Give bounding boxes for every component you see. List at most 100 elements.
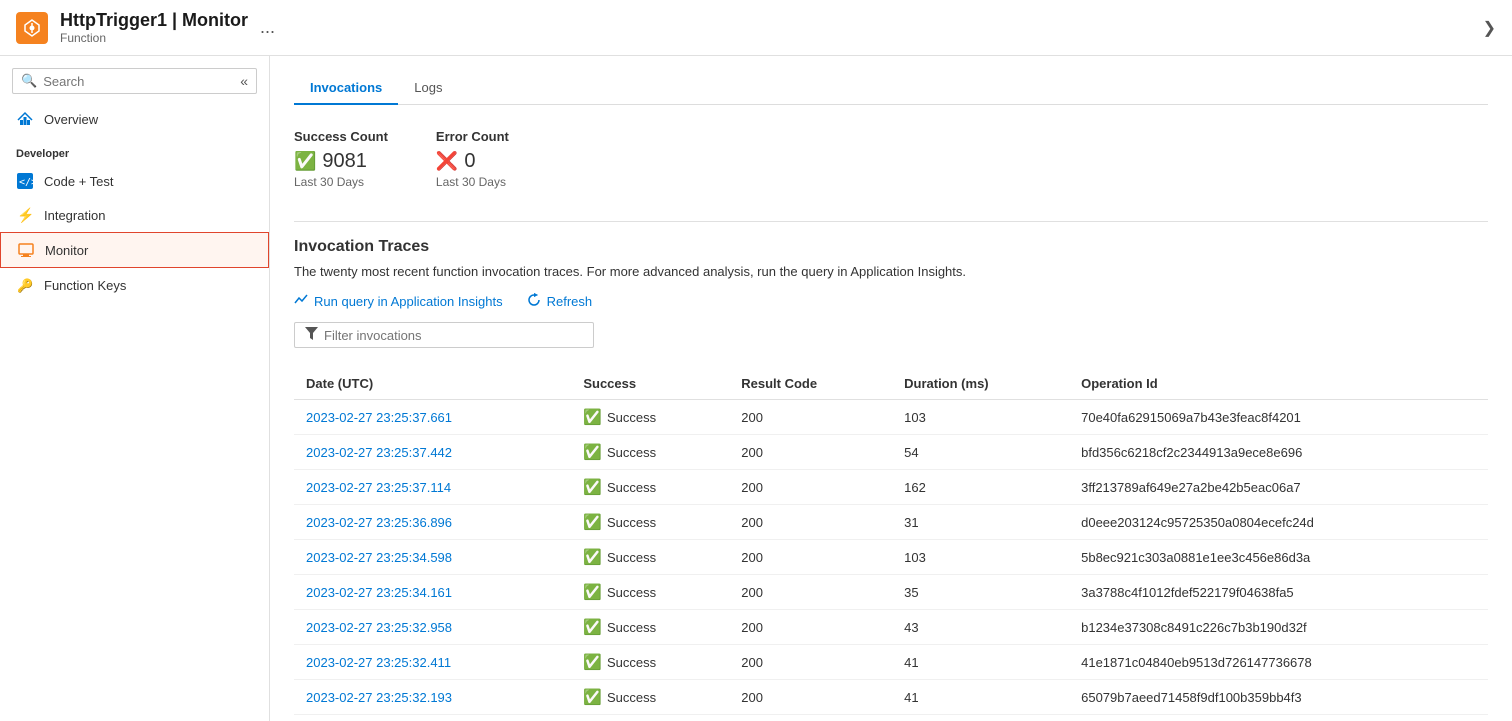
cell-result-code: 200	[729, 505, 892, 540]
cell-duration: 103	[892, 400, 1069, 435]
success-badge-icon: ✅	[583, 443, 602, 461]
sidebar-item-monitor[interactable]: Monitor	[0, 232, 269, 268]
page-title: HttpTrigger1 | Monitor	[60, 10, 248, 31]
filter-box[interactable]	[294, 322, 594, 348]
cell-result-code: 200	[729, 470, 892, 505]
col-duration: Duration (ms)	[892, 368, 1069, 400]
sidebar-item-label-integration: Integration	[44, 208, 105, 223]
section-divider	[294, 221, 1488, 222]
tab-invocations[interactable]: Invocations	[294, 72, 398, 105]
date-link[interactable]: 2023-02-27 23:25:32.958	[306, 620, 452, 635]
search-box[interactable]: 🔍 «	[12, 68, 257, 94]
success-badge-icon: ✅	[583, 513, 602, 531]
success-count-sub: Last 30 Days	[294, 175, 388, 189]
cell-result-code: 200	[729, 610, 892, 645]
cell-date[interactable]: 2023-02-27 23:25:37.114	[294, 470, 571, 505]
col-date: Date (UTC)	[294, 368, 571, 400]
success-badge-label: Success	[607, 550, 656, 565]
cell-operation-id: 70e40fa62915069a7b43e3feac8f4201	[1069, 400, 1488, 435]
cell-success: ✅ Success	[571, 505, 729, 540]
table-row: 2023-02-27 23:25:32.193 ✅Success 200 41 …	[294, 680, 1488, 715]
cell-duration: 41	[892, 645, 1069, 680]
sidebar-item-label-monitor: Monitor	[45, 243, 88, 258]
table-row: 2023-02-27 23:25:36.896 ✅Success 200 31 …	[294, 505, 1488, 540]
filter-input[interactable]	[324, 328, 583, 343]
refresh-button[interactable]: Refresh	[527, 293, 593, 310]
date-link[interactable]: 2023-02-27 23:25:32.411	[306, 655, 451, 670]
sidebar-item-code-test[interactable]: </> Code + Test	[0, 164, 269, 198]
date-link[interactable]: 2023-02-27 23:25:36.896	[306, 515, 452, 530]
sidebar-item-label-function-keys: Function Keys	[44, 278, 126, 293]
date-link[interactable]: 2023-02-27 23:25:37.661	[306, 410, 452, 425]
run-query-label: Run query in Application Insights	[314, 294, 503, 309]
cell-date[interactable]: 2023-02-27 23:25:37.442	[294, 435, 571, 470]
cell-date[interactable]: 2023-02-27 23:25:37.661	[294, 400, 571, 435]
table-row: 2023-02-27 23:25:37.114 ✅Success 200 162…	[294, 470, 1488, 505]
cell-success: ✅Success	[571, 680, 729, 715]
monitor-icon	[17, 241, 35, 259]
tabs-bar: Invocations Logs	[294, 56, 1488, 105]
success-badge-icon: ✅	[583, 653, 602, 671]
date-link[interactable]: 2023-02-27 23:25:37.114	[306, 480, 451, 495]
expand-button[interactable]: ❯	[1483, 18, 1496, 38]
cell-operation-id: 3ff213789af649e27a2be42b5eac06a7	[1069, 470, 1488, 505]
table-row: 2023-02-27 23:25:37.661 ✅Success 200 103…	[294, 400, 1488, 435]
cell-date[interactable]: 2023-02-27 23:25:34.161	[294, 575, 571, 610]
success-badge-label: Success	[607, 585, 656, 600]
cell-duration: 103	[892, 540, 1069, 575]
collapse-button[interactable]: «	[240, 73, 248, 89]
sidebar-item-integration[interactable]: ⚡ Integration	[0, 198, 269, 232]
table-body: 2023-02-27 23:25:37.661 ✅ Success 200 103…	[294, 400, 1488, 715]
page-subtitle: Function	[60, 31, 248, 45]
sidebar-item-label-code-test: Code + Test	[44, 174, 114, 189]
sidebar-item-function-keys[interactable]: 🔑 Function Keys	[0, 268, 269, 302]
date-link[interactable]: 2023-02-27 23:25:32.193	[306, 690, 452, 705]
cell-operation-id: 65079b7aeed71458f9df100b359bb4f3	[1069, 680, 1488, 715]
col-operation-id: Operation Id	[1069, 368, 1488, 400]
more-options-button[interactable]: ...	[260, 17, 275, 38]
sidebar-item-overview[interactable]: Overview	[0, 102, 269, 136]
col-result-code: Result Code	[729, 368, 892, 400]
refresh-icon	[527, 293, 541, 310]
success-badge-label: Success	[607, 515, 656, 530]
search-input[interactable]	[43, 74, 236, 89]
cell-result-code: 200	[729, 575, 892, 610]
cell-result-code: 200	[729, 540, 892, 575]
cell-date[interactable]: 2023-02-27 23:25:36.896	[294, 505, 571, 540]
cell-date[interactable]: 2023-02-27 23:25:32.193	[294, 680, 571, 715]
success-badge-label: Success	[607, 480, 656, 495]
cell-date[interactable]: 2023-02-27 23:25:32.958	[294, 610, 571, 645]
error-count-value-row: ❌ 0	[436, 150, 509, 173]
cell-date[interactable]: 2023-02-27 23:25:32.411	[294, 645, 571, 680]
error-icon: ❌	[436, 151, 458, 172]
svg-text:🔑: 🔑	[17, 277, 33, 293]
cell-operation-id: 3a3788c4f1012fdef522179f04638fa5	[1069, 575, 1488, 610]
tab-logs[interactable]: Logs	[398, 72, 458, 105]
cell-operation-id: b1234e37308c8491c226c7b3b190d32f	[1069, 610, 1488, 645]
success-count-label: Success Count	[294, 129, 388, 144]
table-row: 2023-02-27 23:25:37.442 ✅Success 200 54 …	[294, 435, 1488, 470]
success-badge-label: Success	[607, 445, 656, 460]
date-link[interactable]: 2023-02-27 23:25:34.598	[306, 550, 452, 565]
title-area: HttpTrigger1 | Monitor Function	[60, 10, 248, 45]
cell-duration: 35	[892, 575, 1069, 610]
content-area: Invocations Logs Success Count ✅ 9081 La…	[270, 56, 1512, 721]
cell-duration: 54	[892, 435, 1069, 470]
success-count-value: 9081	[322, 150, 367, 173]
error-count-block: Error Count ❌ 0 Last 30 Days	[436, 129, 509, 189]
success-count-block: Success Count ✅ 9081 Last 30 Days	[294, 129, 388, 189]
cell-duration: 41	[892, 680, 1069, 715]
refresh-label: Refresh	[547, 294, 593, 309]
error-count-label: Error Count	[436, 129, 509, 144]
run-query-button[interactable]: Run query in Application Insights	[294, 293, 503, 310]
date-link[interactable]: 2023-02-27 23:25:37.442	[306, 445, 452, 460]
cell-date[interactable]: 2023-02-27 23:25:34.598	[294, 540, 571, 575]
app-icon	[16, 12, 48, 44]
date-link[interactable]: 2023-02-27 23:25:34.161	[306, 585, 452, 600]
cell-operation-id: d0eee203124c95725350a0804ecefc24d	[1069, 505, 1488, 540]
cell-success: ✅Success	[571, 540, 729, 575]
cell-result-code: 200	[729, 680, 892, 715]
top-bar-right: ❯	[1483, 18, 1496, 38]
success-badge-label: Success	[607, 620, 656, 635]
success-badge-icon: ✅	[583, 478, 602, 496]
